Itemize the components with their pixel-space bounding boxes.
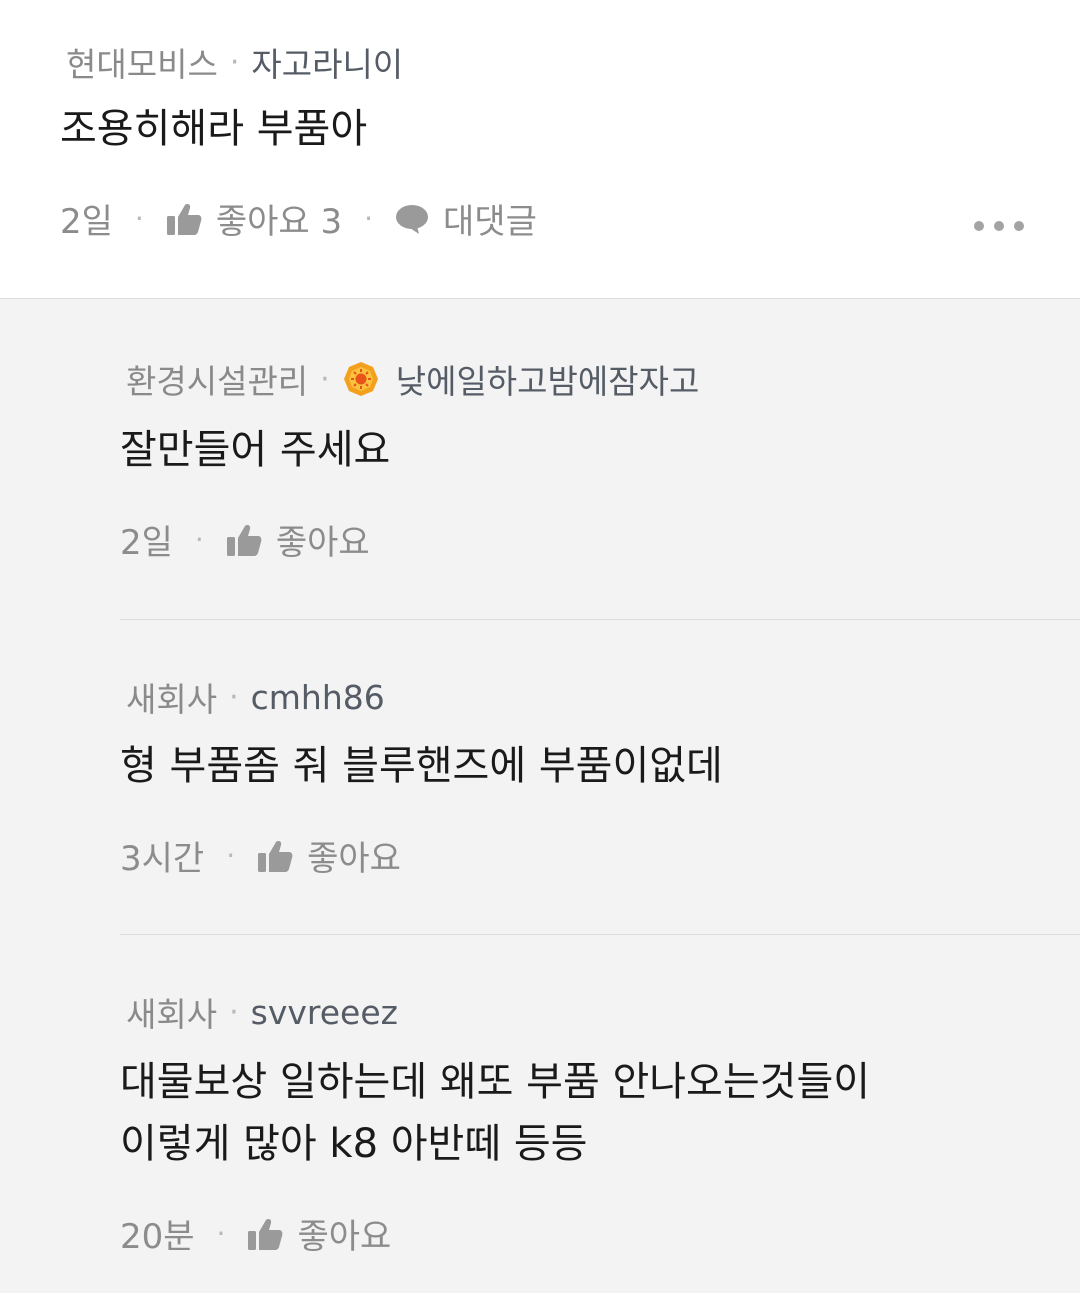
reply-content: 형 부품좀 줘 블루핸즈에 부품이없데 (120, 735, 723, 797)
action-separator: · (364, 202, 374, 235)
nickname[interactable]: cmhh86 (251, 678, 385, 717)
reply-actions: 2일 · 좋아요 (120, 515, 370, 564)
comment-content: 조용히해라 부품아 (60, 106, 368, 152)
meta-separator: · (229, 679, 239, 715)
replies-section: 환경시설관리 · 낮에일하고밤에잠자고 잘만들어 주세요 2일 · 좋아요 새회… (0, 299, 1080, 1293)
action-separator: · (194, 523, 204, 556)
like-label: 좋아요 (307, 839, 401, 879)
thumbs-up-icon (226, 523, 262, 557)
content-line: 형 부품좀 줘 블루핸즈에 부품이없데 (120, 743, 723, 789)
speech-bubble-icon (395, 202, 429, 236)
nickname[interactable]: 낮에일하고밤에잠자고 (396, 355, 700, 403)
reply-divider (120, 934, 1080, 935)
meta-separator: · (320, 361, 330, 397)
reply-meta: 새회사 · cmhh86 (126, 673, 385, 721)
content-line: 이렇게 많아 k8 아반떼 등등 (120, 1121, 588, 1167)
reply-button[interactable]: 대댓글 (395, 194, 537, 243)
company-name[interactable]: 환경시설관리 (126, 355, 308, 403)
reply-divider (120, 619, 1080, 620)
like-label: 좋아요 3 (215, 202, 343, 242)
thumbs-up-icon (247, 1217, 283, 1251)
sun-badge-icon (342, 360, 380, 398)
top-comment: 현대모비스 · 자고라니이 조용히해라 부품아 2일 · 좋아요 3 · 대댓글 (0, 0, 1080, 299)
nickname[interactable]: svvreeez (251, 993, 398, 1032)
content-line: 대물보상 일하는데 왜또 부품 안나오는것들이 (120, 1059, 871, 1105)
more-dots-icon[interactable] (974, 214, 1024, 238)
like-button[interactable]: 좋아요 (226, 515, 370, 564)
reply-time: 2일 (120, 523, 173, 563)
like-label: 좋아요 (297, 1217, 392, 1257)
thumbs-up-icon (166, 202, 202, 236)
thumbs-up-icon (257, 839, 293, 873)
reply-time: 20분 (120, 1217, 195, 1257)
company-name[interactable]: 현대모비스 (66, 38, 218, 86)
like-button[interactable]: 좋아요 (247, 1209, 391, 1258)
reply-time: 3시간 (120, 839, 205, 879)
nickname[interactable]: 자고라니이 (251, 38, 403, 86)
reply-actions: 20분 · 좋아요 (120, 1209, 391, 1258)
reply-content: 대물보상 일하는데 왜또 부품 안나오는것들이 이렇게 많아 k8 아반떼 등등 (120, 1051, 870, 1175)
action-separator: · (216, 1217, 226, 1250)
reply-meta: 환경시설관리 · 낮에일하고밤에잠자고 (126, 355, 699, 403)
company-name[interactable]: 새회사 (126, 673, 217, 721)
action-separator: · (134, 202, 144, 235)
like-button[interactable]: 좋아요 3 (166, 194, 342, 243)
meta-separator: · (229, 994, 239, 1030)
action-separator: · (226, 839, 236, 872)
comment-meta: 현대모비스 · 자고라니이 (66, 38, 403, 86)
comment-time: 2일 (60, 202, 113, 242)
reply-actions: 3시간 · 좋아요 (120, 831, 401, 880)
reply-meta: 새회사 · svvreeez (126, 988, 398, 1036)
meta-separator: · (229, 44, 240, 80)
company-name[interactable]: 새회사 (126, 988, 217, 1036)
comment-actions: 2일 · 좋아요 3 · 대댓글 (60, 194, 537, 243)
reply-label: 대댓글 (443, 202, 537, 242)
reply-content: 잘만들어 주세요 (120, 419, 390, 481)
like-label: 좋아요 (275, 523, 370, 563)
content-line: 잘만들어 주세요 (120, 427, 391, 473)
like-button[interactable]: 좋아요 (257, 831, 401, 880)
